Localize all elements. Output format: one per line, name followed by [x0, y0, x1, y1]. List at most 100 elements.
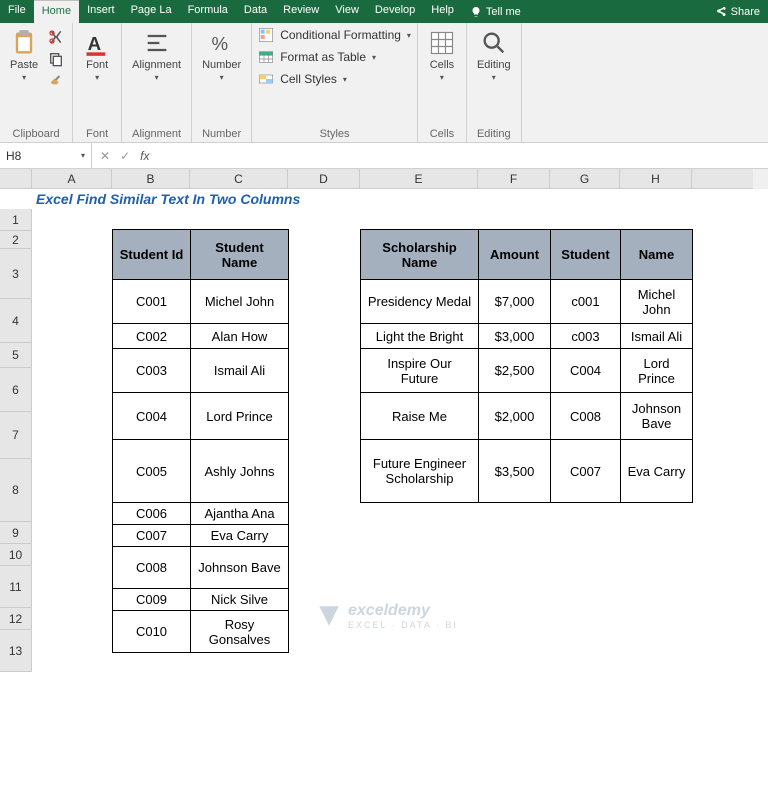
table-cell[interactable]: C001: [113, 280, 191, 324]
formula-input[interactable]: [157, 143, 768, 168]
row-header[interactable]: 3: [0, 249, 32, 299]
tab-insert[interactable]: Insert: [79, 0, 123, 23]
table-cell[interactable]: C008: [113, 547, 191, 589]
table-cell[interactable]: $3,500: [479, 440, 551, 503]
tab-review[interactable]: Review: [275, 0, 327, 23]
row-header[interactable]: 9: [0, 522, 32, 544]
table-cell[interactable]: Nick Silve: [191, 589, 289, 611]
table-cell[interactable]: Future Engineer Scholarship: [361, 440, 479, 503]
tab-home[interactable]: Home: [34, 0, 79, 23]
table-cell[interactable]: Michel John: [191, 280, 289, 324]
number-button[interactable]: % Number▾: [198, 27, 245, 84]
row-header[interactable]: 11: [0, 566, 32, 608]
name-box[interactable]: H8▾: [0, 143, 92, 168]
tab-file[interactable]: File: [0, 0, 34, 23]
table-cell[interactable]: Johnson Bave: [191, 547, 289, 589]
column-header[interactable]: H: [620, 169, 692, 188]
share-label: Share: [731, 6, 760, 18]
table-cell[interactable]: C004: [113, 393, 191, 440]
row-header[interactable]: 8: [0, 459, 32, 522]
table-cell[interactable]: Ashly Johns: [191, 440, 289, 503]
table-cell[interactable]: Light the Bright: [361, 324, 479, 349]
table-cell[interactable]: C007: [551, 440, 621, 503]
table-cell[interactable]: C005: [113, 440, 191, 503]
table-cell[interactable]: C008: [551, 393, 621, 440]
alignment-button[interactable]: Alignment▾: [128, 27, 185, 84]
table-cell[interactable]: $2,000: [479, 393, 551, 440]
table-cell[interactable]: $7,000: [479, 280, 551, 324]
table-cell[interactable]: C009: [113, 589, 191, 611]
table-cell[interactable]: C003: [113, 349, 191, 393]
tab-help[interactable]: Help: [423, 0, 462, 23]
column-header[interactable]: A: [32, 169, 112, 188]
group-font: A Font▾ Font: [73, 23, 122, 142]
cut-button[interactable]: [46, 27, 66, 47]
tab-data[interactable]: Data: [236, 0, 275, 23]
row-header[interactable]: 6: [0, 368, 32, 412]
group-label-font: Font: [86, 128, 108, 140]
table-cell[interactable]: Presidency Medal: [361, 280, 479, 324]
table-cell[interactable]: Ismail Ali: [621, 324, 693, 349]
column-header[interactable]: F: [478, 169, 550, 188]
enter-icon[interactable]: ✓: [120, 149, 130, 163]
select-all-corner[interactable]: [0, 169, 32, 188]
table-cell[interactable]: Lord Prince: [191, 393, 289, 440]
row-header[interactable]: 7: [0, 412, 32, 459]
table-cell[interactable]: $2,500: [479, 349, 551, 393]
table-cell[interactable]: C007: [113, 525, 191, 547]
vertical-scrollbar[interactable]: [753, 169, 768, 189]
column-header[interactable]: E: [360, 169, 478, 188]
group-label-number: Number: [202, 128, 241, 140]
table-cell[interactable]: Inspire Our Future: [361, 349, 479, 393]
format-painter-button[interactable]: [46, 71, 66, 91]
font-icon: A: [83, 29, 111, 57]
cancel-icon[interactable]: ✕: [100, 149, 110, 163]
conditional-formatting-button[interactable]: Conditional Formatting ▾: [258, 27, 411, 43]
table-cell[interactable]: c003: [551, 324, 621, 349]
table-cell[interactable]: Alan How: [191, 324, 289, 349]
paste-button[interactable]: Paste▾: [6, 27, 42, 84]
tab-formulas[interactable]: Formula: [180, 0, 236, 23]
table-cell[interactable]: Eva Carry: [191, 525, 289, 547]
table-cell[interactable]: c001: [551, 280, 621, 324]
table-cell[interactable]: Raise Me: [361, 393, 479, 440]
table-cell[interactable]: $3,000: [479, 324, 551, 349]
row-header[interactable]: 12: [0, 608, 32, 630]
format-as-table-button[interactable]: Format as Table ▾: [258, 49, 411, 65]
tab-developer[interactable]: Develop: [367, 0, 423, 23]
row-header[interactable]: 4: [0, 299, 32, 343]
row-header[interactable]: 13: [0, 630, 32, 672]
row-header[interactable]: 2: [0, 231, 32, 249]
table-cell[interactable]: C010: [113, 611, 191, 653]
tell-me[interactable]: Tell me: [462, 0, 529, 23]
column-header[interactable]: C: [190, 169, 288, 188]
row-header[interactable]: 5: [0, 343, 32, 368]
table-cell[interactable]: Eva Carry: [621, 440, 693, 503]
table-cell[interactable]: C006: [113, 503, 191, 525]
percent-icon: %: [208, 29, 236, 57]
cells-button[interactable]: Cells▾: [424, 27, 460, 84]
tab-view[interactable]: View: [327, 0, 367, 23]
table-cell[interactable]: Ajantha Ana: [191, 503, 289, 525]
table-cell[interactable]: Lord Prince: [621, 349, 693, 393]
table-cell[interactable]: Michel John: [621, 280, 693, 324]
table-cell[interactable]: C004: [551, 349, 621, 393]
font-button[interactable]: A Font▾: [79, 27, 115, 84]
share-button[interactable]: Share: [707, 0, 768, 23]
copy-button[interactable]: [46, 49, 66, 69]
group-cells: Cells▾ Cells: [418, 23, 467, 142]
table-cell[interactable]: Johnson Bave: [621, 393, 693, 440]
column-header[interactable]: G: [550, 169, 620, 188]
table-cell[interactable]: C002: [113, 324, 191, 349]
row-header[interactable]: 1: [0, 209, 32, 231]
column-header[interactable]: D: [288, 169, 360, 188]
tab-page-layout[interactable]: Page La: [123, 0, 180, 23]
editing-button[interactable]: Editing▾: [473, 27, 515, 84]
cell-styles-button[interactable]: Cell Styles ▾: [258, 71, 411, 87]
column-header[interactable]: B: [112, 169, 190, 188]
table-cell[interactable]: Ismail Ali: [191, 349, 289, 393]
fx-icon[interactable]: fx: [140, 149, 149, 163]
clipboard-icon: [10, 29, 38, 57]
row-header[interactable]: 10: [0, 544, 32, 566]
table-cell[interactable]: Rosy Gonsalves: [191, 611, 289, 653]
